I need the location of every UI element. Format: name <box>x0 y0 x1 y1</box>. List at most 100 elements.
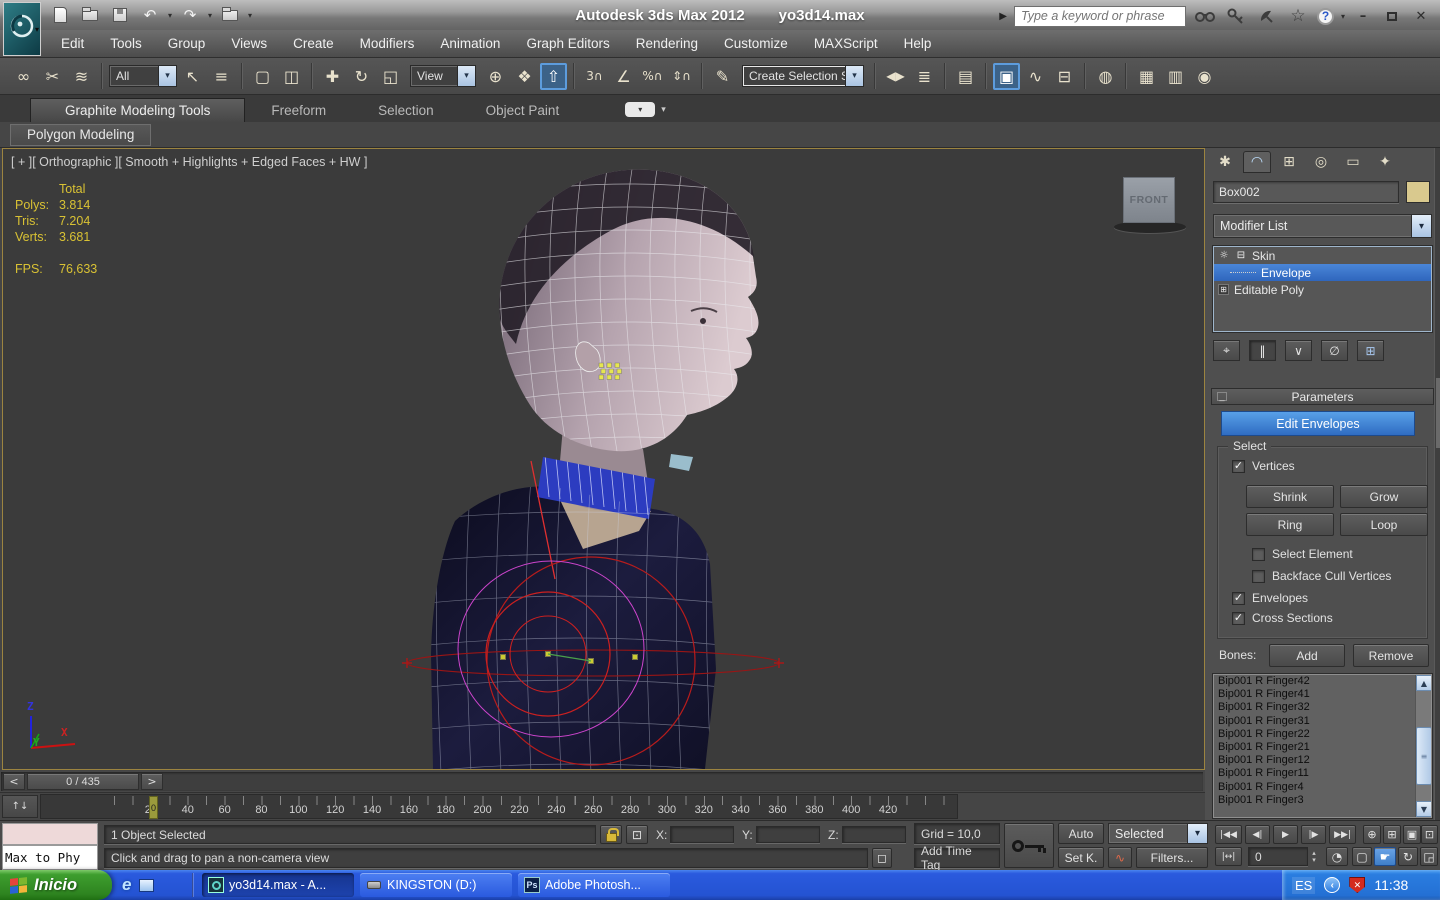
schematic-view-icon[interactable]: ⊟ <box>1051 63 1078 90</box>
time-slider-thumb[interactable]: 0 / 435 <box>27 773 139 790</box>
y-coordinate-field[interactable] <box>756 826 820 843</box>
parameters-rollout-header[interactable]: _ Parameters <box>1211 388 1434 405</box>
macro-recorder-pane[interactable] <box>2 823 98 845</box>
angle-snap-toggle-icon[interactable]: ∠ <box>610 63 637 90</box>
favorites-star-icon[interactable]: ☆ <box>1286 5 1310 27</box>
ribbon-minimize-button[interactable]: ▾ ▾ <box>625 102 666 117</box>
time-configuration-button[interactable]: ◔ <box>1326 847 1348 866</box>
motion-tab-icon[interactable]: ◎ <box>1307 151 1335 173</box>
subscription-button[interactable] <box>1224 5 1248 27</box>
render-production-icon[interactable]: ◉ <box>1191 63 1218 90</box>
shrink-button[interactable]: Shrink <box>1246 485 1334 508</box>
key-filter-dropdown[interactable]: Selected ▾ <box>1108 823 1208 844</box>
help-caret-icon[interactable]: ▾ <box>1341 12 1345 21</box>
reference-coordinate-system-dropdown[interactable]: View ▾ <box>410 65 476 87</box>
absolute-offset-toggle[interactable]: ⊡ <box>626 825 648 844</box>
play-button[interactable]: ▶ <box>1273 825 1298 844</box>
ribbon-tab-selection[interactable]: Selection <box>352 99 460 122</box>
zoom-extents-all-icon[interactable]: ⊡ <box>1421 825 1438 844</box>
backface-cull-checkbox-box[interactable] <box>1252 570 1265 583</box>
next-frame-playback-button[interactable]: |▶ <box>1301 825 1326 844</box>
object-name-field[interactable]: Box002 <box>1213 181 1399 203</box>
tray-collapse-icon[interactable]: ‹ <box>1324 877 1340 893</box>
stack-row-skin[interactable]: ☼ ⊟ Skin <box>1214 247 1431 264</box>
bone-list-item[interactable]: Bip001 R Finger12 <box>1214 754 1431 767</box>
modify-tab-icon[interactable]: ◠ <box>1243 151 1271 173</box>
utilities-tab-icon[interactable]: ✦ <box>1371 151 1399 173</box>
search-button[interactable] <box>1193 5 1217 27</box>
hierarchy-tab-icon[interactable]: ⊞ <box>1275 151 1303 173</box>
bone-list-item[interactable]: Bip001 R Finger41 <box>1214 688 1431 701</box>
scroll-up-icon[interactable]: ▲ <box>1416 675 1432 691</box>
zoom-region-icon[interactable]: ▢ <box>1352 847 1372 866</box>
remove-modifier-icon[interactable]: ∅ <box>1321 340 1348 361</box>
language-indicator[interactable]: ES <box>1292 877 1315 894</box>
menu-tools[interactable]: Tools <box>97 30 155 57</box>
zoom-extents-icon[interactable]: ▣ <box>1403 825 1421 844</box>
use-pivot-point-center-icon[interactable]: ⊕ <box>482 63 509 90</box>
z-coordinate-field[interactable] <box>842 826 906 843</box>
show-end-result-icon[interactable]: ‖ <box>1249 340 1276 361</box>
add-time-tag[interactable]: Add Time Tag <box>914 848 1000 868</box>
expand-editable-poly-icon[interactable]: ⊞ <box>1218 284 1229 295</box>
menu-maxscript[interactable]: MAXScript <box>801 30 891 57</box>
menu-views[interactable]: Views <box>218 30 280 57</box>
bone-list-item[interactable]: Bip001 R Finger3 <box>1214 794 1431 807</box>
menu-graph-editors[interactable]: Graph Editors <box>513 30 622 57</box>
redo-button[interactable]: ↷ <box>178 4 202 26</box>
current-frame-field[interactable]: 0 <box>1248 847 1308 866</box>
undo-button[interactable]: ↶ <box>138 4 162 26</box>
taskbar-task-drive[interactable]: KINGSTON (D:) <box>360 873 512 897</box>
select-and-manipulate-icon[interactable]: ❖ <box>511 63 538 90</box>
envelopes-checkbox-box[interactable]: ✓ <box>1232 592 1245 605</box>
undo-caret-icon[interactable]: ▾ <box>168 11 172 20</box>
named-selection-caret-icon[interactable]: ▾ <box>845 66 863 86</box>
scrollbar-thumb[interactable]: ≡ <box>1416 727 1432 785</box>
set-keys-button[interactable] <box>1004 823 1054 868</box>
align-icon[interactable]: ≣ <box>911 63 938 90</box>
new-scene-button[interactable] <box>48 4 72 26</box>
modifier-list-caret-icon[interactable]: ▾ <box>1411 215 1431 237</box>
viewport-label[interactable]: [ + ][ Orthographic ][ Smooth + Highligh… <box>11 155 367 169</box>
selection-lock-toggle[interactable] <box>600 825 622 844</box>
zoom-all-icon[interactable]: ⊞ <box>1383 825 1401 844</box>
bone-list-scrollbar[interactable]: ▲ ≡ ▼ <box>1415 675 1431 817</box>
maxscript-listener[interactable]: Max to Phy <box>2 845 98 870</box>
selected-vertices[interactable] <box>599 363 622 380</box>
collapse-skin-icon[interactable]: ⊟ <box>1235 250 1247 261</box>
project-caret-icon[interactable]: ▾ <box>248 11 252 20</box>
create-tab-icon[interactable]: ✱ <box>1211 151 1239 173</box>
communication-center-button[interactable] <box>1255 5 1279 27</box>
security-alert-icon[interactable]: ✕ <box>1349 877 1365 893</box>
start-button[interactable]: Inicio <box>0 870 112 900</box>
select-and-move-icon[interactable]: ✚ <box>319 63 346 90</box>
scroll-down-icon[interactable]: ▼ <box>1416 801 1432 817</box>
redo-caret-icon[interactable]: ▾ <box>208 11 212 20</box>
named-selection-sets-dropdown[interactable]: Create Selection S ▾ <box>742 65 864 87</box>
command-panel-scrollbar[interactable] <box>1434 148 1440 820</box>
bone-list-item[interactable]: Bip001 R Finger31 <box>1214 715 1431 728</box>
ribbon-tab-freeform[interactable]: Freeform <box>245 99 352 122</box>
manage-layers-icon[interactable]: ▤ <box>952 63 979 90</box>
spinner-down-icon[interactable]: ▾ <box>1312 857 1316 864</box>
orbit-icon[interactable]: ↻ <box>1398 847 1418 866</box>
viewport[interactable]: [ + ][ Orthographic ][ Smooth + Highligh… <box>2 148 1205 770</box>
window-crossing-toggle-icon[interactable]: ◫ <box>278 63 305 90</box>
3d-model-wireframe[interactable] <box>3 149 1204 769</box>
ring-button[interactable]: Ring <box>1246 513 1334 536</box>
set-key-button[interactable]: Set K. <box>1058 847 1104 868</box>
ribbon-tab-graphite[interactable]: Graphite Modeling Tools <box>30 98 245 122</box>
bone-list-item[interactable]: Bip001 R Finger22 <box>1214 728 1431 741</box>
stack-row-envelope[interactable]: Envelope <box>1214 264 1431 281</box>
bind-to-space-warp-icon[interactable]: ≋ <box>68 63 95 90</box>
go-to-end-button[interactable]: ▶▶| <box>1329 825 1356 844</box>
track-bar-ruler[interactable]: 2040608010012014016018020022024026028030… <box>40 794 958 819</box>
previous-frame-playback-button[interactable]: ◀| <box>1245 825 1270 844</box>
curve-editor-icon[interactable]: ∿ <box>1022 63 1049 90</box>
coord-system-caret-icon[interactable]: ▾ <box>457 66 475 86</box>
rendered-frame-window-icon[interactable]: ▥ <box>1162 63 1189 90</box>
taskbar-task-3dsmax[interactable]: yo3d14.max - A... <box>202 873 354 897</box>
menu-create[interactable]: Create <box>280 30 347 57</box>
selection-filter-dropdown[interactable]: All ▾ <box>109 65 177 87</box>
help-button[interactable]: ? <box>1317 8 1334 25</box>
